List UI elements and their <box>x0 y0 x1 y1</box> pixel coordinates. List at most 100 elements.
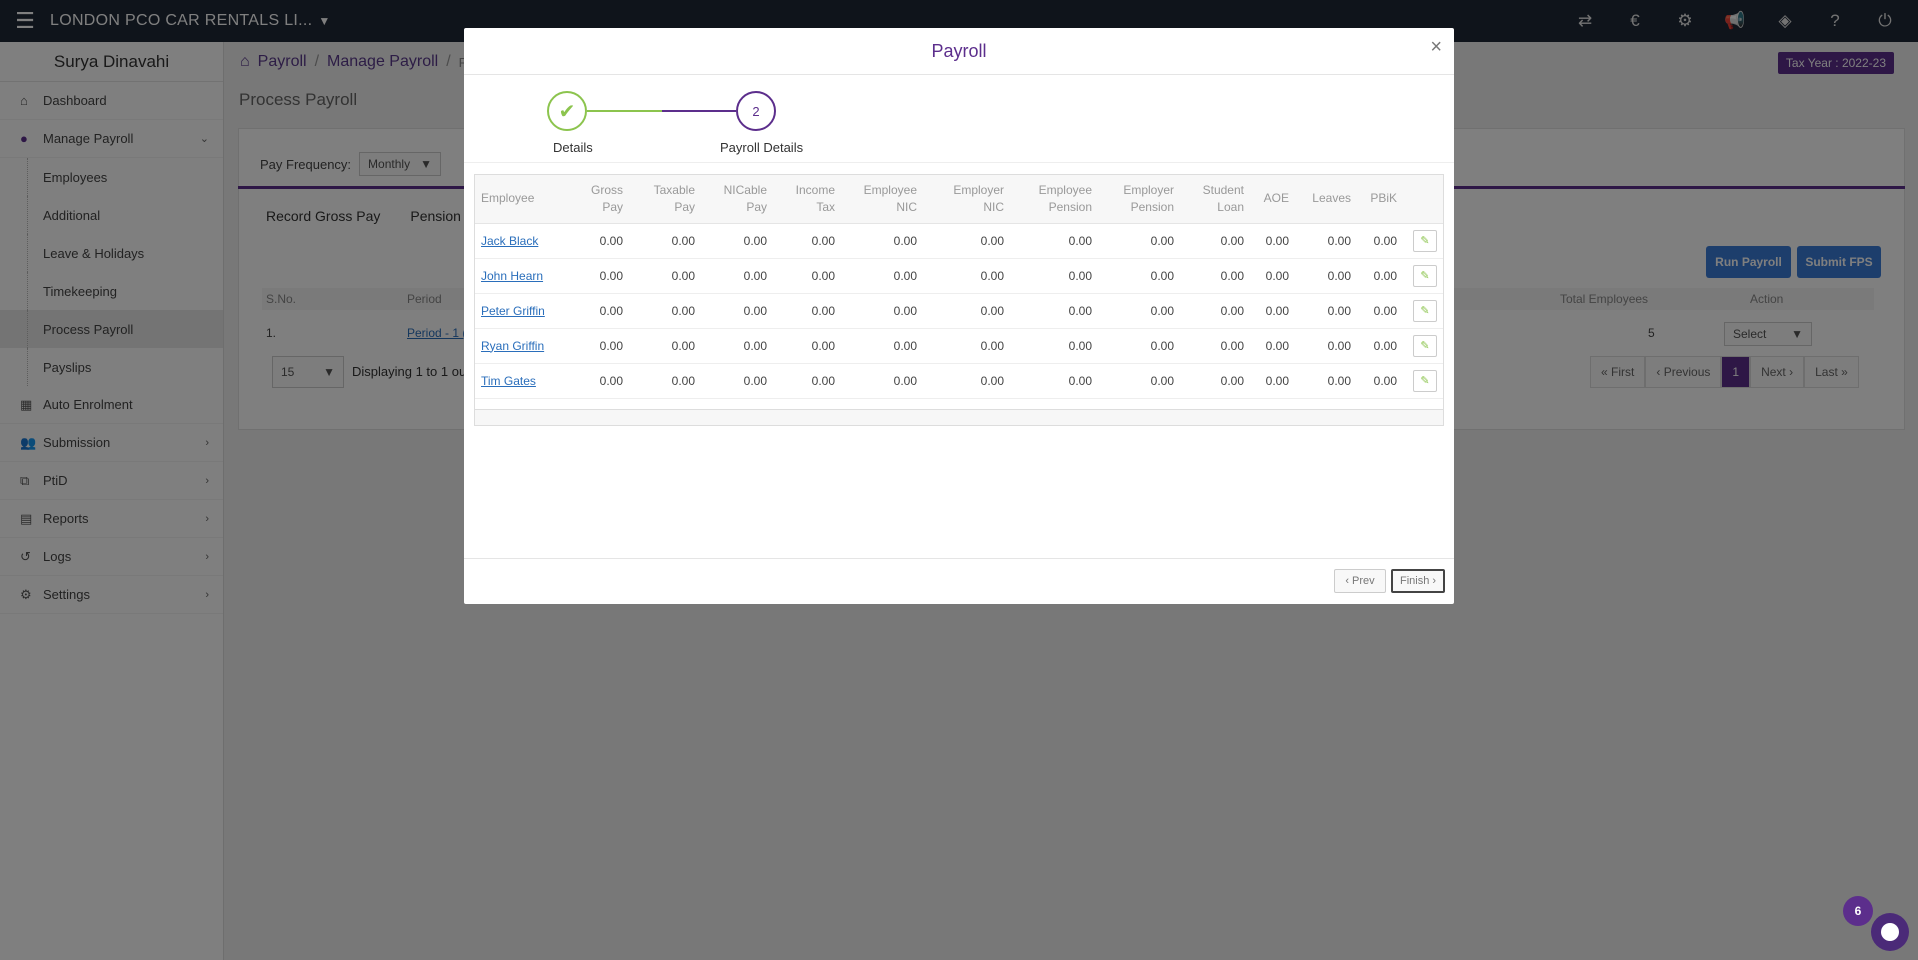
value-cell: 0.00 <box>701 363 773 399</box>
value-cell: 0.00 <box>1295 363 1357 399</box>
value-cell: 0.00 <box>629 223 701 259</box>
payroll-details-table: Employee Gross Pay Taxable Pay NICable Pay Inco… <box>474 174 1444 426</box>
column-header-line1: AOE <box>1263 191 1289 206</box>
value-cell: 0.00 <box>841 293 923 329</box>
step-2-label: Payroll Details <box>720 140 804 155</box>
column-header-line1: Gross <box>590 182 623 197</box>
value-cell: 0.00 <box>1357 363 1403 399</box>
value-cell: 0.00 <box>841 258 923 294</box>
value-cell: 0.00 <box>1098 293 1180 329</box>
employee-link[interactable]: Peter Griffin <box>481 304 545 318</box>
column-header-line2: Pay <box>674 199 695 214</box>
column-header-line2: Pay <box>602 199 623 214</box>
chat-icon <box>1881 923 1899 941</box>
edit-icon[interactable]: ✎ <box>1413 334 1437 357</box>
value-cell: 0.00 <box>1357 328 1403 364</box>
value-cell: 0.00 <box>1098 363 1180 399</box>
column-header-line2: Pay <box>746 199 767 214</box>
column-header: Employer NIC <box>923 175 1010 224</box>
value-cell: 0.00 <box>1250 223 1295 259</box>
value-cell: 0.00 <box>773 363 841 399</box>
value-cell: 0.00 <box>569 328 629 364</box>
finish-button[interactable]: Finish › <box>1391 569 1445 593</box>
column-header-line1: NICable <box>723 182 767 197</box>
table-row: Peter Griffin 0.00 0.00 0.00 0.00 0.00 0.00 0.0… <box>475 293 1443 329</box>
value-cell: 0.00 <box>1295 293 1357 329</box>
value-cell: 0.00 <box>841 223 923 259</box>
value-cell: 0.00 <box>1098 258 1180 294</box>
column-header-line2: Loan <box>1217 199 1244 214</box>
column-header: Taxable Pay <box>629 175 701 224</box>
column-header-line2: Pension <box>1048 199 1092 214</box>
value-cell: 0.00 <box>569 223 629 259</box>
value-cell: 0.00 <box>773 223 841 259</box>
column-header: Employer Pension <box>1098 175 1180 224</box>
value-cell: 0.00 <box>1180 258 1250 294</box>
value-cell: 0.00 <box>701 258 773 294</box>
step-2-marker[interactable]: 2 <box>736 91 776 131</box>
employee-cell: Jack Black <box>475 223 569 259</box>
modal-footer: ‹ Prev Finish › <box>464 558 1454 604</box>
wizard-steps: ✔ 2 Details Payroll Details <box>464 75 1454 163</box>
prev-button[interactable]: ‹ Prev <box>1334 569 1386 593</box>
modal-title: Payroll <box>931 40 987 61</box>
column-header-line1: Employee <box>481 191 535 206</box>
close-icon[interactable]: × <box>1430 36 1442 59</box>
employee-link[interactable]: Ryan Griffin <box>481 339 544 353</box>
column-header: Gross Pay <box>569 175 629 224</box>
value-cell: 0.00 <box>1010 293 1098 329</box>
edit-icon[interactable]: ✎ <box>1413 264 1437 287</box>
employee-link[interactable]: John Hearn <box>481 269 543 283</box>
value-cell: 0.00 <box>1295 258 1357 294</box>
value-cell: 0.00 <box>923 223 1010 259</box>
value-cell: 0.00 <box>773 293 841 329</box>
step-connector-current <box>662 110 736 112</box>
notification-badge[interactable]: 6 <box>1843 896 1873 926</box>
edit-cell: ✎ <box>1403 363 1443 399</box>
value-cell: 0.00 <box>1357 293 1403 329</box>
value-cell: 0.00 <box>773 258 841 294</box>
column-header: PBiK <box>1357 175 1403 224</box>
column-header: Employee Pension <box>1010 175 1098 224</box>
employee-cell: John Hearn <box>475 258 569 294</box>
value-cell: 0.00 <box>1295 223 1357 259</box>
value-cell: 0.00 <box>1357 223 1403 259</box>
value-cell: 0.00 <box>923 328 1010 364</box>
modal-header: Payroll × <box>464 28 1454 75</box>
value-cell: 0.00 <box>1250 258 1295 294</box>
column-header-line1: Leaves <box>1312 191 1351 206</box>
employee-link[interactable]: Tim Gates <box>481 374 536 388</box>
column-header-line1: Employee <box>1038 182 1092 197</box>
column-header: Employee <box>475 175 569 224</box>
column-header-line1: Employer <box>1123 182 1174 197</box>
edit-cell: ✎ <box>1403 293 1443 329</box>
column-header-line1: Taxable <box>653 182 695 197</box>
step-1-check-icon[interactable]: ✔ <box>547 91 587 131</box>
edit-icon[interactable]: ✎ <box>1413 369 1437 392</box>
value-cell: 0.00 <box>1010 328 1098 364</box>
employee-link[interactable]: Jack Black <box>481 234 538 248</box>
step-connector-complete <box>587 110 662 112</box>
value-cell: 0.00 <box>701 328 773 364</box>
horizontal-scrollbar[interactable] <box>475 409 1443 425</box>
value-cell: 0.00 <box>569 293 629 329</box>
value-cell: 0.00 <box>569 363 629 399</box>
value-cell: 0.00 <box>701 293 773 329</box>
edit-icon[interactable]: ✎ <box>1413 229 1437 252</box>
value-cell: 0.00 <box>841 363 923 399</box>
value-cell: 0.00 <box>923 258 1010 294</box>
chat-launcher-button[interactable] <box>1871 913 1909 951</box>
employee-cell: Ryan Griffin <box>475 328 569 364</box>
column-header-line1: Student <box>1202 182 1244 197</box>
column-header-line1: Employer <box>953 182 1004 197</box>
column-header-line2: NIC <box>983 199 1004 214</box>
edit-icon[interactable]: ✎ <box>1413 299 1437 322</box>
value-cell: 0.00 <box>923 293 1010 329</box>
value-cell: 0.00 <box>1250 328 1295 364</box>
table-header-row: Employee Gross Pay Taxable Pay NICable Pay Inco… <box>475 175 1443 224</box>
column-header: Student Loan <box>1180 175 1250 224</box>
value-cell: 0.00 <box>1010 223 1098 259</box>
value-cell: 0.00 <box>1180 328 1250 364</box>
column-header: NICable Pay <box>701 175 773 224</box>
employee-cell: Peter Griffin <box>475 293 569 329</box>
